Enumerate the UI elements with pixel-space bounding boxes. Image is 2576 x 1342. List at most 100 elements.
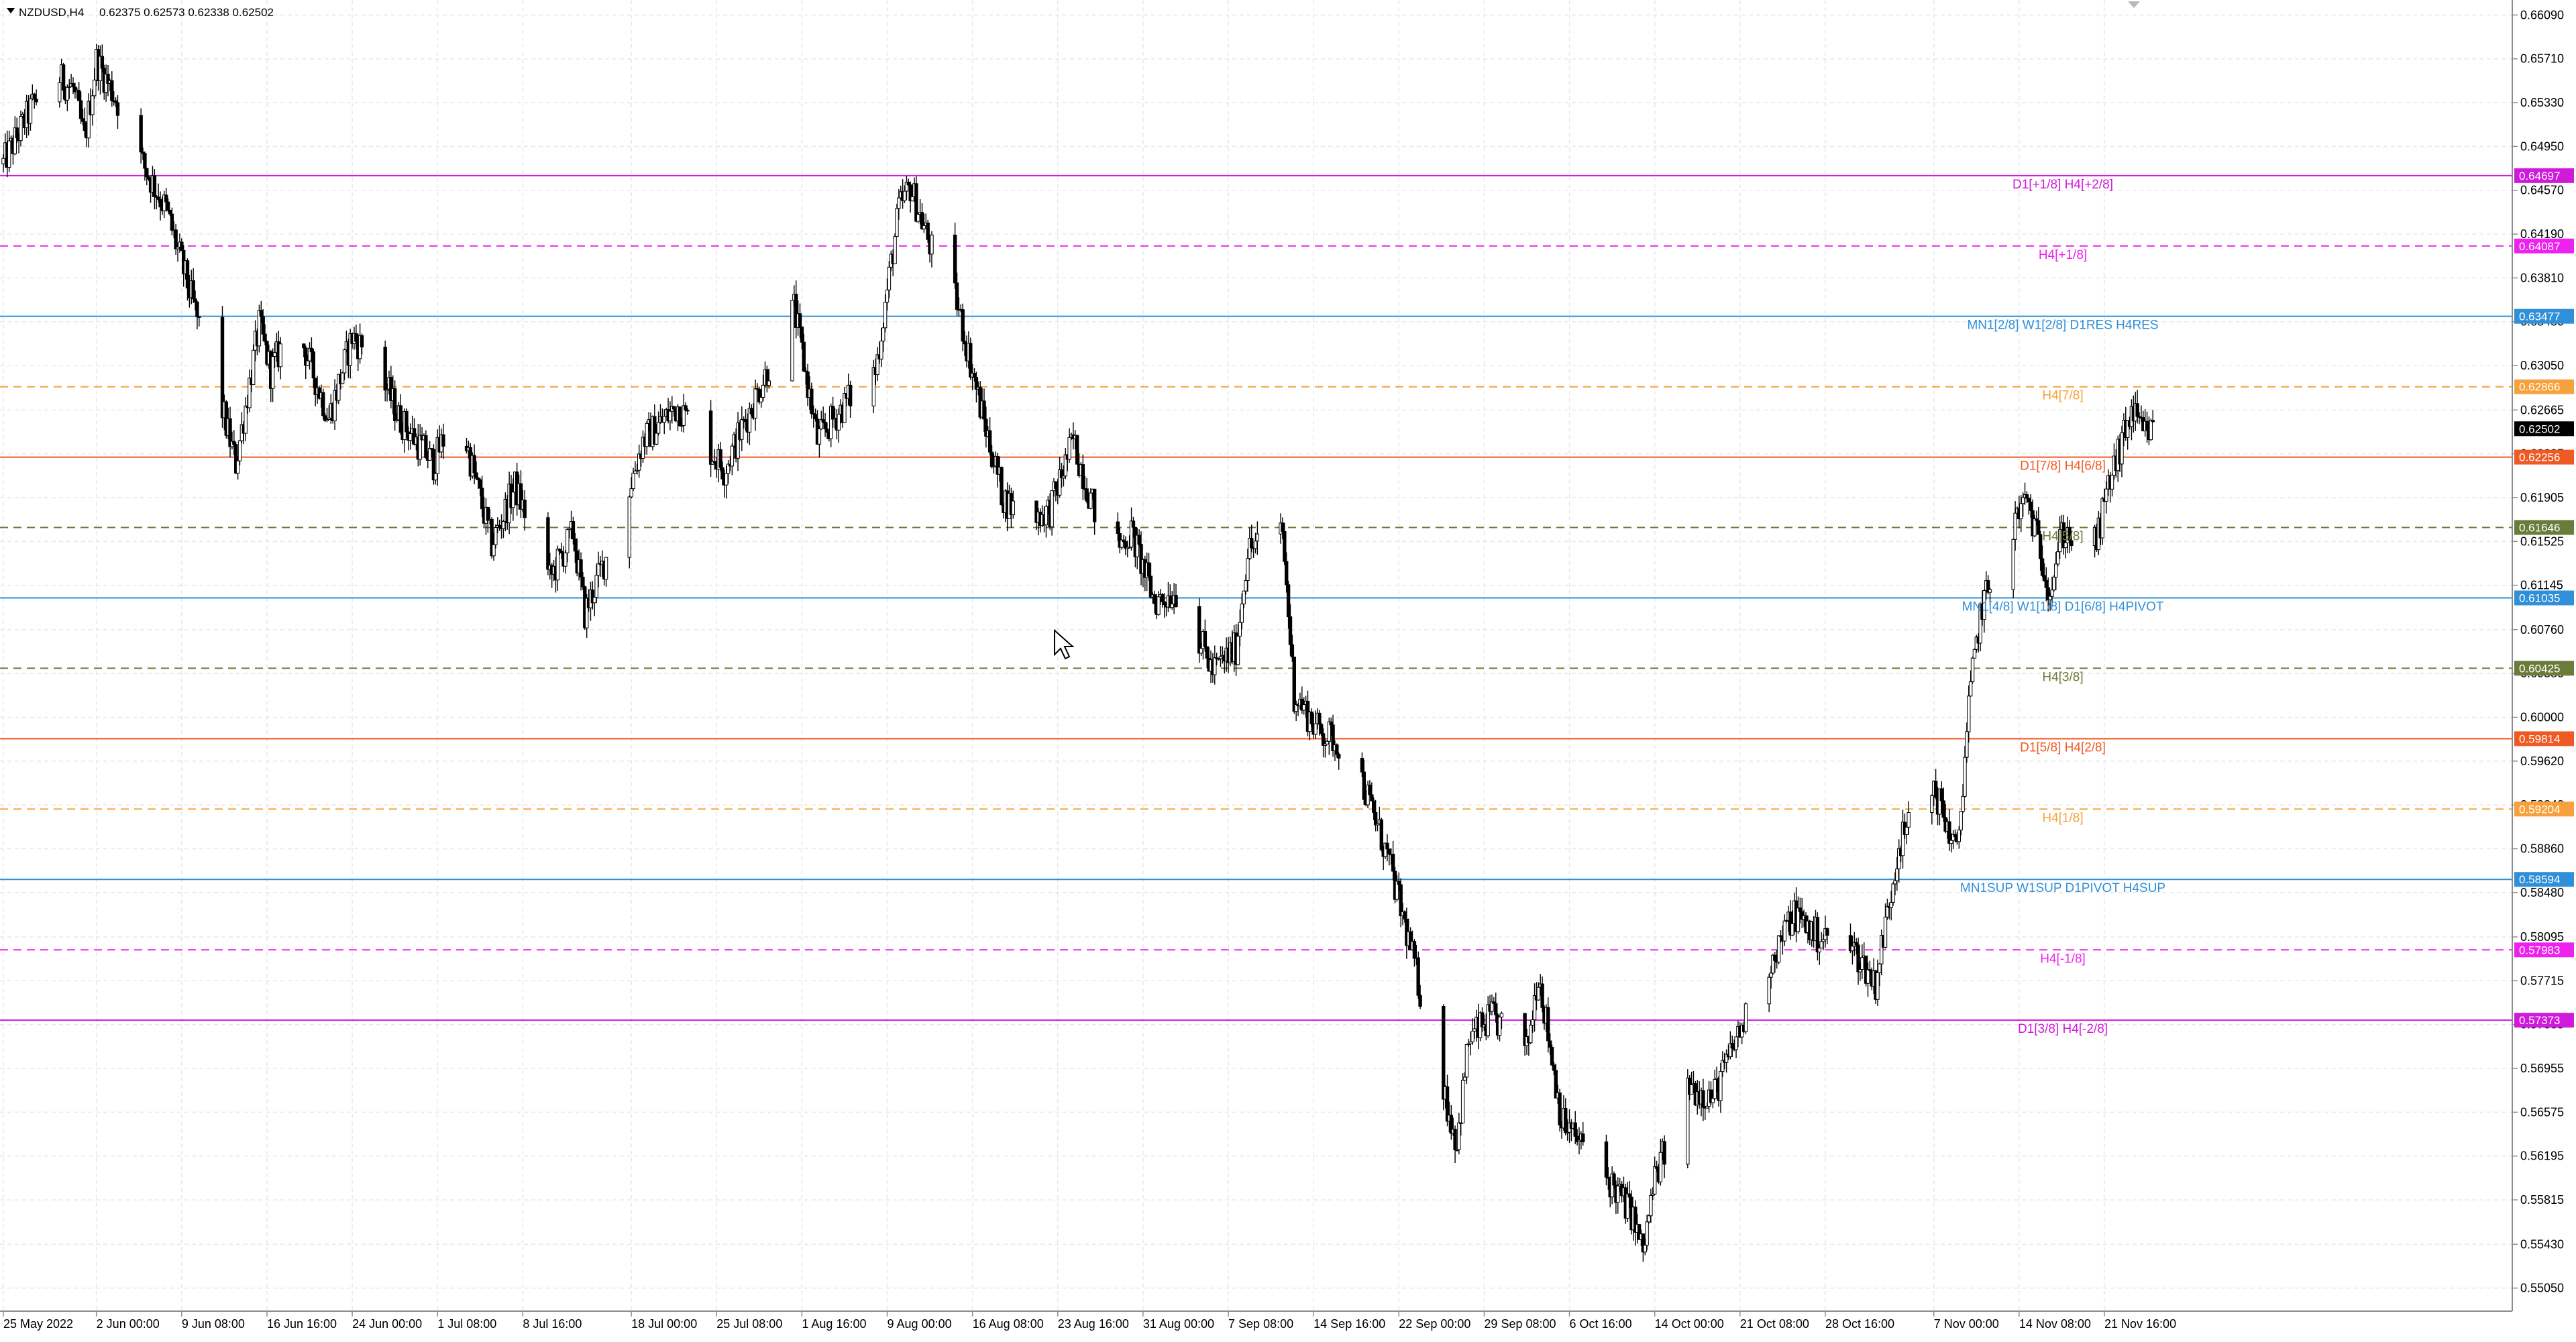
candle: [1776, 935, 1781, 964]
candle: [627, 495, 631, 569]
price-tick-label: 0.58480: [2520, 886, 2564, 899]
price-tick-label: 0.60000: [2520, 710, 2564, 724]
candle: [1743, 1002, 1748, 1035]
time-tick-label: 25 May 2022: [3, 1317, 73, 1331]
time-tick-label: 6 Oct 16:00: [1570, 1317, 1632, 1331]
level-label: D1[3/8] H4[-2/8]: [2018, 1022, 2108, 1036]
price-tag: 0.62502: [2514, 421, 2574, 437]
price-tick-label: 0.63810: [2520, 271, 2564, 284]
price-tick-label: 0.58095: [2520, 930, 2564, 944]
price-tick-label: 0.59620: [2520, 754, 2564, 768]
price-tick-label: 0.57715: [2520, 974, 2564, 987]
candle: [2052, 575, 2056, 592]
chart-header: NZDUSD,H4 0.62375 0.62573 0.62338 0.6250…: [7, 6, 274, 19]
time-tick-label: 8 Jul 16:00: [523, 1317, 582, 1331]
price-tick-label: 0.61525: [2520, 535, 2564, 548]
price-tick-label: 0.62665: [2520, 403, 2564, 416]
time-tick-label: 14 Sep 16:00: [1313, 1317, 1385, 1331]
svg-text:0.59814: 0.59814: [2519, 732, 2560, 745]
level-label: H4[1/8]: [2042, 811, 2083, 825]
price-tick-label: 0.60760: [2520, 623, 2564, 636]
symbol-label: NZDUSD,H4: [19, 6, 84, 19]
price-tag: 0.61035: [2514, 590, 2574, 606]
time-tick-label: 21 Nov 16:00: [2104, 1317, 2176, 1331]
time-tick-label: 14 Oct 00:00: [1655, 1317, 1724, 1331]
level-label: D1[5/8] H4[2/8]: [2020, 740, 2106, 754]
level-label: MN1[2/8] W1[2/8] D1RES H4RES: [1967, 319, 2158, 333]
level-label: H4[3/8]: [2042, 670, 2083, 684]
price-tick-label: 0.65710: [2520, 52, 2564, 66]
price-tick-label: 0.58860: [2520, 842, 2564, 856]
price-tick-label: 0.66090: [2520, 8, 2564, 21]
svg-text:0.64697: 0.64697: [2519, 170, 2560, 182]
price-tag: 0.64697: [2514, 168, 2574, 183]
candle: [1000, 466, 1004, 506]
time-tick-label: 14 Nov 08:00: [2019, 1317, 2091, 1331]
time-tick-label: 28 Oct 16:00: [1825, 1317, 1894, 1331]
time-tick-label: 22 Sep 00:00: [1399, 1317, 1470, 1331]
price-tag: 0.57373: [2514, 1013, 2574, 1028]
candle: [2011, 538, 2015, 598]
candle: [1970, 657, 1975, 684]
price-tag: 0.63477: [2514, 309, 2574, 324]
time-tick-label: 16 Aug 08:00: [973, 1317, 1044, 1331]
candle: [1416, 951, 1420, 999]
svg-text:0.57373: 0.57373: [2519, 1014, 2560, 1027]
chart-background: [0, 0, 2576, 1339]
time-tick-label: 31 Aug 00:00: [1143, 1317, 1214, 1331]
candle: [2100, 496, 2104, 545]
candle: [1972, 649, 1977, 659]
candle: [340, 372, 345, 384]
level-label: H4[7/8]: [2042, 389, 2083, 403]
time-tick-label: 1 Aug 16:00: [802, 1317, 866, 1331]
price-tick-label: 0.56195: [2520, 1150, 2564, 1163]
svg-text:0.61035: 0.61035: [2519, 592, 2560, 605]
price-tick-label: 0.55050: [2520, 1282, 2564, 1295]
price-chart[interactable]: D1[+1/8] H4[+2/8] H4[+1/8] MN1[2/8] W1[2/8…: [0, 0, 2576, 1339]
time-tick-label: 23 Aug 16:00: [1058, 1317, 1129, 1331]
price-tag: 0.60425: [2514, 661, 2574, 676]
level-label: H4[-1/8]: [2040, 952, 2086, 966]
price-tick-label: 0.63050: [2520, 359, 2564, 372]
candle: [790, 300, 794, 382]
candle: [1891, 882, 1895, 906]
price-tag: 0.64087: [2514, 238, 2574, 254]
candle: [1075, 435, 1079, 465]
price-tick-label: 0.64950: [2520, 139, 2564, 153]
level-label: H4[+1/8]: [2039, 248, 2087, 262]
candle: [321, 388, 325, 420]
chart-area[interactable]: D1[+1/8] H4[+2/8] H4[+1/8] MN1[2/8] W1[2/8…: [0, 0, 2576, 1339]
price-tick-label: 0.56955: [2520, 1062, 2564, 1075]
time-tick-label: 7 Sep 08:00: [1228, 1317, 1293, 1331]
price-tag: 0.59204: [2514, 801, 2574, 817]
svg-text:0.61646: 0.61646: [2519, 521, 2560, 534]
price-tag: 0.62866: [2514, 379, 2574, 394]
time-tick-label: 21 Oct 08:00: [1740, 1317, 1809, 1331]
price-tick-label: 0.65330: [2520, 96, 2564, 109]
svg-text:0.59204: 0.59204: [2519, 803, 2560, 816]
svg-text:0.58594: 0.58594: [2519, 873, 2560, 886]
svg-text:0.62256: 0.62256: [2519, 451, 2560, 464]
level-label: H4[5/8]: [2042, 529, 2083, 543]
ohlc-values: 0.62375 0.62573 0.62338 0.62502: [99, 6, 274, 19]
price-tick-label: 0.55430: [2520, 1237, 2564, 1251]
candle: [1379, 818, 1383, 852]
svg-text:0.57983: 0.57983: [2519, 944, 2560, 956]
time-tick-label: 9 Aug 00:00: [888, 1317, 952, 1331]
candle: [678, 406, 682, 427]
level-label: MN1SUP W1SUP D1PIVOT H4SUP: [1960, 881, 2165, 895]
svg-text:0.62866: 0.62866: [2519, 381, 2560, 394]
time-tick-label: 7 Nov 00:00: [1934, 1317, 1999, 1331]
candle: [494, 524, 498, 549]
level-label: D1[7/8] H4[6/8]: [2020, 459, 2106, 473]
price-tick-label: 0.64570: [2520, 184, 2564, 197]
price-tag: 0.58594: [2514, 872, 2574, 887]
svg-text:0.60425: 0.60425: [2519, 662, 2560, 675]
price-tick-label: 0.55815: [2520, 1193, 2564, 1207]
level-label: D1[+1/8] H4[+2/8]: [2012, 178, 2113, 192]
time-tick-label: 29 Sep 08:00: [1484, 1317, 1556, 1331]
time-tick-label: 25 Jul 08:00: [716, 1317, 782, 1331]
svg-text:0.64087: 0.64087: [2519, 240, 2560, 253]
price-tag: 0.61646: [2514, 520, 2574, 535]
level-label: MN1[4/8] W1[1/8] D1[6/8] H4PIVOT: [1962, 600, 2164, 614]
